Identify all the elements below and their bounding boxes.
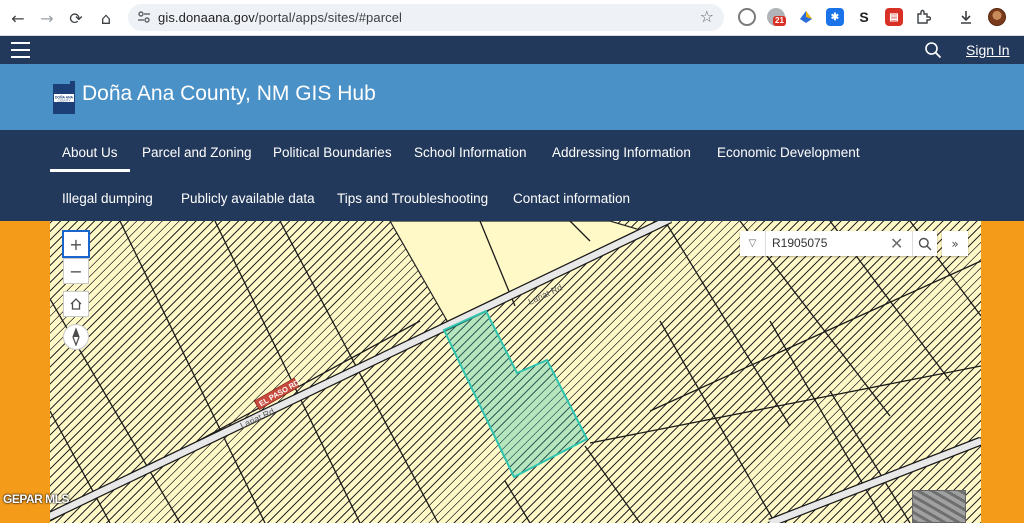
site-header: DOÑA ANA COUNTY Doña Ana County, NM GIS … [0,64,1024,130]
map-search-button[interactable] [912,231,937,256]
nav-addressing-information[interactable]: Addressing Information [552,145,691,160]
nav-publicly-available-data[interactable]: Publicly available data [181,191,315,206]
zoom-out-button[interactable]: − [63,258,89,284]
red-extension-icon[interactable]: ▤ [885,8,903,26]
bird-extension-icon[interactable] [797,8,815,26]
url-text: gis.donaana.gov/portal/apps/sites/#parce… [158,10,403,25]
svg-text:COUNTY: COUNTY [58,99,71,103]
nav-school-information[interactable]: School Information [414,145,527,160]
hamburger-menu-icon[interactable] [11,42,30,58]
zoom-in-button[interactable]: + [62,230,90,258]
browser-toolbar: ← → ⟳ ⌂ gis.donaana.gov/portal/apps/site… [0,0,1024,36]
site-topbar: Sign In [0,36,1024,64]
nav-contact-information[interactable]: Contact information [513,191,630,206]
nav-parcel-and-zoning[interactable]: Parcel and Zoning [142,145,252,160]
nav-about-us[interactable]: About Us [50,145,129,172]
home-icon[interactable]: ⌂ [94,6,118,30]
download-icon[interactable] [957,8,975,26]
selected-parcel[interactable] [442,309,589,479]
home-extent-button[interactable] [63,291,89,317]
search-icon [918,237,932,251]
map-search-widget: ▽ R1905075 ✕ [740,231,937,256]
gear-extension-icon[interactable]: ✱ [826,8,844,26]
county-logo: DOÑA ANA COUNTY [53,81,75,114]
profile-avatar[interactable] [988,8,1006,26]
compass-button[interactable] [63,324,89,350]
site-info-icon[interactable] [136,9,152,25]
nav-economic-development[interactable]: Economic Development [717,145,860,160]
puzzle-icon[interactable] [914,8,932,26]
main-navigation: About Us Parcel and Zoning Political Bou… [0,130,1024,221]
search-icon[interactable] [924,41,942,59]
bookmark-star-icon[interactable]: ☆ [700,7,714,26]
search-source-dropdown[interactable]: ▽ [740,231,766,256]
unhatched-parcel[interactable] [389,221,652,327]
mls-watermark: GEPAR MLS [3,492,69,506]
map-canvas[interactable]: Lariat Rd Lariat Rd EL PASO RD [50,221,981,523]
compass-icon [72,328,80,346]
camera-extension-icon[interactable] [738,8,756,26]
address-bar[interactable]: gis.donaana.gov/portal/apps/sites/#parce… [128,4,724,31]
nav-tips-and-troubleshooting[interactable]: Tips and Troubleshooting [337,191,488,206]
clear-search-icon[interactable]: ✕ [890,234,903,253]
home-icon [70,298,82,310]
site-title[interactable]: Doña Ana County, NM GIS Hub [82,82,376,106]
sign-in-link[interactable]: Sign In [966,42,1010,58]
extension-badge: 21 [773,16,786,26]
road-label-lariat-2: Lariat Rd [239,406,276,431]
overview-map-thumbnail[interactable] [912,490,966,523]
s-extension-icon[interactable]: S [855,8,873,26]
nav-illegal-dumping[interactable]: Illegal dumping [62,191,153,206]
parcel-map[interactable]: Lariat Rd Lariat Rd EL PASO RD + − ▽ R19… [50,221,981,523]
forward-arrow-icon[interactable]: → [35,6,59,30]
reload-icon[interactable]: ⟳ [64,6,88,30]
nav-political-boundaries[interactable]: Political Boundaries [273,145,392,160]
expand-chevrons-icon[interactable]: » [942,231,968,256]
map-search-input[interactable]: R1905075 [772,236,827,250]
back-arrow-icon[interactable]: ← [6,6,30,30]
